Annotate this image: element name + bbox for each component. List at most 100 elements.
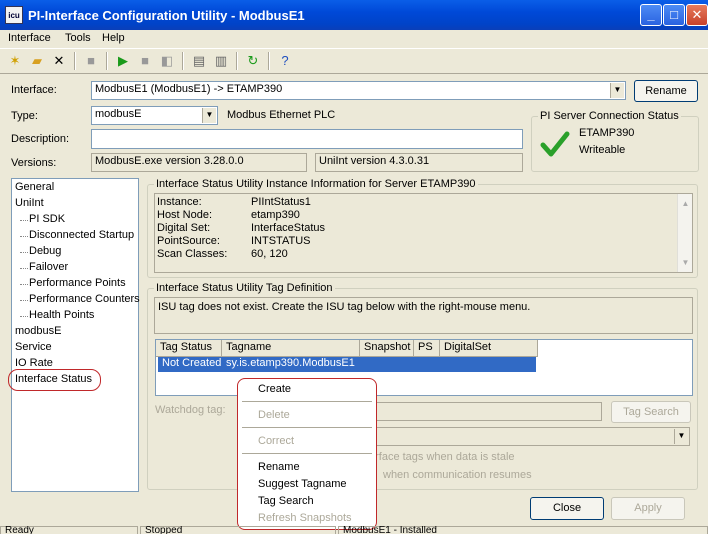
interface-label: Interface: [11, 84, 57, 96]
status-installed: ModbusE1 - Installed [338, 526, 708, 534]
isu-pointsource-value: INTSTATUS [251, 235, 311, 247]
tree-connector [20, 252, 28, 253]
tree-item[interactable]: Service [15, 341, 52, 353]
description-input[interactable] [91, 129, 523, 149]
tree-item[interactable]: General [15, 181, 54, 193]
type-select[interactable]: modbusE ▼ [91, 106, 218, 125]
interface-select[interactable]: ModbusE1 (ModbusE1) -> ETAMP390 ▼ [91, 81, 626, 100]
isu-scanclasses-value: 60, 120 [251, 248, 288, 260]
col-snapshot[interactable]: Snapshot [360, 340, 414, 357]
open-folder-icon[interactable]: ▰ [28, 52, 46, 70]
tree-item[interactable]: Failover [29, 261, 68, 273]
menu-bar: Interface Tools Help [0, 30, 708, 48]
col-tagname[interactable]: Tagname [222, 340, 360, 357]
isu-hostnode-value: etamp390 [251, 209, 300, 221]
interface-status-callout [8, 369, 101, 391]
tree-item[interactable]: Performance Points [29, 277, 126, 289]
isu-tag-message: ISU tag does not exist. Create the ISU t… [154, 297, 693, 334]
watchdog-input[interactable] [374, 402, 602, 421]
help-icon[interactable]: ? [276, 52, 294, 70]
menu-item-tag-search[interactable]: Tag Search [258, 495, 314, 507]
tree-connector [20, 284, 28, 285]
save-icon[interactable]: ■ [82, 52, 100, 70]
menu-help[interactable]: Help [102, 32, 125, 44]
tree-item[interactable]: UniInt [15, 197, 44, 209]
close-button[interactable]: Close [530, 497, 604, 520]
menu-tools[interactable]: Tools [65, 32, 91, 44]
resume-option-text: when communication resumes [383, 469, 532, 481]
stop-icon[interactable]: ■ [136, 52, 154, 70]
apply-button[interactable]: Apply [611, 497, 685, 520]
chevron-down-icon[interactable]: ▼ [610, 83, 624, 98]
tree-item[interactable]: Debug [29, 245, 61, 257]
navigation-tree: General UniInt PI SDK Disconnected Startup D… [11, 178, 140, 492]
close-window-button[interactable]: ✕ [686, 4, 708, 26]
tree-item[interactable]: modbusE [15, 325, 61, 337]
chevron-down-icon[interactable]: ▼ [674, 429, 688, 444]
maximize-button[interactable]: □ [663, 4, 685, 26]
minimize-button[interactable]: _ [640, 4, 662, 26]
isu-option-select[interactable]: ▼ [374, 427, 690, 446]
versions-label: Versions: [11, 157, 57, 169]
stale-option-text: erface tags when data is stale [369, 451, 515, 463]
menu-interface[interactable]: Interface [8, 32, 51, 44]
col-ps[interactable]: PS [414, 340, 440, 357]
tree-item[interactable]: IO Rate [15, 357, 53, 369]
isu-instance-key: Instance: [157, 196, 202, 208]
tag-search-button[interactable]: Tag Search [611, 401, 691, 423]
menu-item-create[interactable]: Create [258, 383, 291, 395]
menu-item-rename[interactable]: Rename [258, 461, 300, 473]
type-description: Modbus Ethernet PLC [227, 109, 336, 121]
col-digitalset[interactable]: DigitalSet [440, 340, 538, 357]
tree-connector [20, 220, 28, 221]
scroll-up-icon[interactable]: ▲ [678, 196, 693, 211]
tree-connector [20, 268, 28, 269]
col-tag-status[interactable]: Tag Status [156, 340, 222, 357]
rename-button[interactable]: Rename [634, 80, 698, 102]
scroll-down-icon[interactable]: ▼ [678, 255, 693, 270]
isu-scanclasses-key: Scan Classes: [157, 248, 228, 260]
menu-item-refresh-snapshots[interactable]: Refresh Snapshots [258, 512, 352, 524]
tree-item[interactable]: Performance Counters [29, 293, 140, 305]
isu-info-scrollbar[interactable]: ▲ ▼ [677, 194, 692, 272]
description-label: Description: [11, 133, 70, 145]
chevron-down-icon[interactable]: ▼ [202, 108, 216, 123]
pi-server-status-title: PI Server Connection Status [538, 110, 681, 122]
isu-instance-info: Instance: PIIntStatus1 Host Node: etamp3… [154, 193, 693, 273]
tree-connector [20, 300, 28, 301]
context-menu: Create Delete Correct Rename Suggest Tag… [237, 378, 377, 530]
isu-instance-title: Interface Status Utility Instance Inform… [154, 178, 478, 190]
isu-pointsource-key: PointSource: [157, 235, 220, 247]
isu-tag-table[interactable]: Tag Status Tagname Snapshot PS DigitalSe… [155, 339, 693, 396]
menu-item-suggest-tagname[interactable]: Suggest Tagname [258, 478, 346, 490]
restart-icon[interactable]: ◧ [158, 52, 176, 70]
menu-item-correct[interactable]: Correct [258, 435, 294, 447]
new-icon[interactable]: ✶ [6, 52, 24, 70]
window-title: PI-Interface Configuration Utility - Mod… [28, 8, 305, 23]
tree-item[interactable]: PI SDK [29, 213, 65, 225]
type-value: modbusE [95, 108, 142, 120]
menu-item-delete[interactable]: Delete [258, 409, 290, 421]
tree-item[interactable]: Health Points [29, 309, 94, 321]
isu-digitalset-value: InterfaceStatus [251, 222, 325, 234]
exe-version: ModbusE.exe version 3.28.0.0 [91, 153, 307, 172]
type-label: Type: [11, 110, 38, 122]
table-row[interactable]: Not Created sy.is.etamp390.ModbusE1 [158, 357, 536, 372]
isu-hostnode-key: Host Node: [157, 209, 213, 221]
pi-server-name: ETAMP390 [579, 127, 635, 139]
app-icon[interactable]: icu [5, 6, 23, 24]
pi-server-access: Writeable [579, 144, 626, 156]
export-icon[interactable]: ▤ [190, 52, 208, 70]
status-ready: Ready [0, 526, 138, 534]
tree-item[interactable]: Disconnected Startup [29, 229, 134, 241]
import-icon[interactable]: ▥ [212, 52, 230, 70]
delete-icon[interactable]: ✕ [50, 52, 68, 70]
tree-connector [20, 236, 28, 237]
isu-tag-title: Interface Status Utility Tag Definition [154, 282, 335, 294]
pi-server-status-group: PI Server Connection Status ETAMP390 Wri… [531, 110, 699, 172]
start-icon[interactable]: ▶ [114, 52, 132, 70]
toolbar: ✶ ▰ ✕ ■ ▶ ■ ◧ ▤ ▥ ↻ ? [0, 48, 708, 74]
title-bar[interactable]: icu PI-Interface Configuration Utility -… [0, 0, 708, 30]
refresh-icon[interactable]: ↻ [244, 52, 262, 70]
isu-instance-group: Interface Status Utility Instance Inform… [147, 178, 698, 278]
